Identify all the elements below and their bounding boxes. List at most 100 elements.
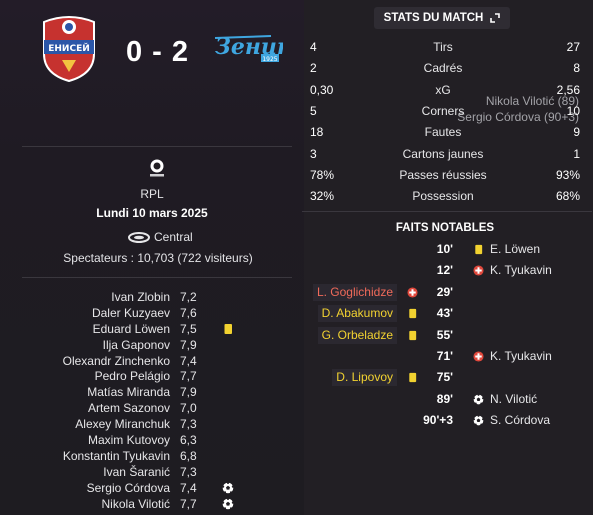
event-minute: 71': [436, 349, 453, 363]
competition-name[interactable]: RPL: [0, 187, 304, 201]
stat-label: Possession: [412, 189, 474, 204]
player-name[interactable]: Pedro Pelágio: [95, 369, 170, 383]
player-rating: 7,3: [180, 464, 197, 479]
yellow-card-icon: [407, 308, 418, 319]
player-rating-row[interactable]: Pedro Pelágio 7,7: [0, 369, 304, 385]
player-rating-row[interactable]: Ivan Šaranić 7,3: [0, 465, 304, 481]
match-date: Lundi 10 mars 2025: [96, 206, 208, 220]
player-rating: 6,3: [180, 433, 197, 448]
stadium-icon: [128, 231, 150, 243]
goal-ball-icon: [222, 497, 234, 510]
player-rating-row[interactable]: Konstantin Tyukavin 6,8: [0, 449, 304, 465]
goal-ball-icon: [222, 481, 234, 494]
stat-label: Cadrés: [423, 61, 463, 76]
player-rating: 7,4: [180, 480, 197, 495]
event-row: L. Goglichidze 29': [300, 283, 593, 305]
event-row: 71' K. Tyukavin: [300, 348, 593, 369]
player-name[interactable]: Artem Sazonov: [88, 401, 170, 415]
home-crest-text: ЕНИСЕЙ: [48, 42, 90, 54]
event-home-player[interactable]: D. Lipovoy: [332, 369, 397, 387]
stat-label: Cartons jaunes: [402, 146, 484, 161]
player-rating: 7,5: [180, 321, 197, 336]
player-name[interactable]: Eduard Löwen: [93, 322, 170, 336]
event-home-player[interactable]: L. Goglichidze: [312, 283, 397, 301]
event-row: 89' N. Vilotić: [300, 391, 593, 412]
stat-row: 5 Corners 10: [304, 104, 582, 124]
player-rating-row[interactable]: Sergio Córdova 7,4: [0, 481, 304, 497]
goal-ball-icon: [473, 393, 484, 405]
match-stats-button[interactable]: STATS DU MATCH: [374, 7, 510, 29]
stat-label: Corners: [421, 103, 465, 118]
player-name[interactable]: Ivan Zlobin: [111, 290, 170, 304]
player-name[interactable]: Daler Kuzyaev: [92, 306, 170, 320]
away-team-crest-icon[interactable]: Зенит 1925: [213, 32, 283, 66]
player-rating: 6,8: [180, 448, 197, 463]
event-away-player[interactable]: S. Córdova: [490, 412, 550, 429]
injury-icon: [407, 287, 418, 298]
player-rating-row[interactable]: Nikola Vilotić 7,7: [0, 497, 304, 513]
yellow-card-icon: [222, 323, 234, 335]
player-name[interactable]: Maxim Kutovoy: [88, 433, 170, 447]
event-row: 90'+3 S. Córdova: [300, 412, 593, 433]
event-minute: 29': [436, 284, 453, 299]
player-rating-row[interactable]: Eduard Löwen 7,5: [0, 322, 304, 338]
stat-away-value: 1: [573, 146, 580, 161]
event-away-player[interactable]: K. Tyukavin: [490, 348, 552, 365]
events-title: FAITS NOTABLES: [395, 222, 495, 234]
injury-icon: [473, 351, 484, 362]
stat-row: 3 Cartons jaunes 1: [304, 147, 582, 167]
venue[interactable]: Central: [128, 230, 193, 244]
player-rating: 7,7: [180, 496, 197, 511]
stat-away-value: 9: [573, 125, 580, 140]
event-minute: 89': [436, 391, 453, 406]
player-ratings-list: Ivan Zlobin 7,2 Daler Kuzyaev 7,6 Eduard Löw…: [0, 290, 304, 512]
player-name[interactable]: Nikola Vilotić: [102, 497, 170, 511]
stat-row: 2 Cadrés 8: [304, 61, 582, 81]
event-away-player[interactable]: K. Tyukavin: [490, 262, 552, 279]
stat-row: 18 Fautes 9: [304, 125, 582, 145]
venue-name: Central: [154, 230, 193, 244]
player-rating: 7,7: [180, 369, 197, 384]
stat-row: 4 Tirs 27: [304, 40, 582, 60]
player-rating-row[interactable]: Maxim Kutovoy 6,3: [0, 433, 304, 449]
player-name[interactable]: Matías Miranda: [87, 385, 170, 399]
event-row: 12' K. Tyukavin: [300, 262, 593, 283]
event-minute: 12': [436, 263, 453, 278]
event-minute: 43': [436, 306, 453, 321]
event-row: D. Abakumov 43': [300, 305, 593, 326]
stat-away-value: 8: [573, 61, 580, 76]
player-rating: 7,0: [180, 401, 197, 416]
player-name[interactable]: Konstantin Tyukavin: [63, 449, 170, 463]
player-name[interactable]: Alexey Miranchuk: [75, 417, 170, 431]
player-rating-row[interactable]: Ilja Gaponov 7,9: [0, 338, 304, 354]
event-home-player[interactable]: D. Abakumov: [317, 305, 397, 323]
divider: [22, 146, 292, 147]
player-rating-row[interactable]: Artem Sazonov 7,0: [0, 401, 304, 417]
stat-label: Passes réussies: [399, 167, 487, 182]
event-away-player[interactable]: N. Vilotić: [490, 391, 537, 408]
player-rating-row[interactable]: Daler Kuzyaev 7,6: [0, 306, 304, 322]
yellow-card-icon: [407, 330, 418, 341]
player-rating: 7,4: [180, 353, 197, 368]
player-name[interactable]: Ilja Gaponov: [103, 338, 170, 352]
stat-away-value: 68%: [555, 189, 580, 204]
divider: [302, 211, 592, 212]
player-rating-row[interactable]: Ivan Zlobin 7,2: [0, 290, 304, 306]
player-rating: 7,3: [180, 417, 197, 432]
stat-row: 0,30 xG 2,56: [304, 83, 582, 103]
player-name[interactable]: Sergio Córdova: [87, 481, 170, 495]
event-away-player[interactable]: E. Löwen: [490, 241, 540, 258]
injury-icon: [473, 265, 484, 276]
event-minute: 10': [436, 242, 453, 256]
competition-logo-icon[interactable]: [148, 158, 166, 178]
player-rating: 7,6: [180, 305, 197, 320]
player-rating-row[interactable]: Matías Miranda 7,9: [0, 385, 304, 401]
player-name[interactable]: Olexandr Zinchenko: [63, 354, 170, 368]
player-name[interactable]: Ivan Šaranić: [103, 465, 170, 479]
event-home-player[interactable]: G. Orbeladze: [317, 326, 397, 344]
event-minute: 90'+3: [423, 413, 453, 428]
player-rating-row[interactable]: Olexandr Zinchenko 7,4: [0, 354, 304, 370]
home-team-crest-icon[interactable]: ЕНИСЕЙ: [40, 14, 98, 82]
stat-label: xG: [435, 82, 451, 97]
player-rating-row[interactable]: Alexey Miranchuk 7,3: [0, 417, 304, 433]
